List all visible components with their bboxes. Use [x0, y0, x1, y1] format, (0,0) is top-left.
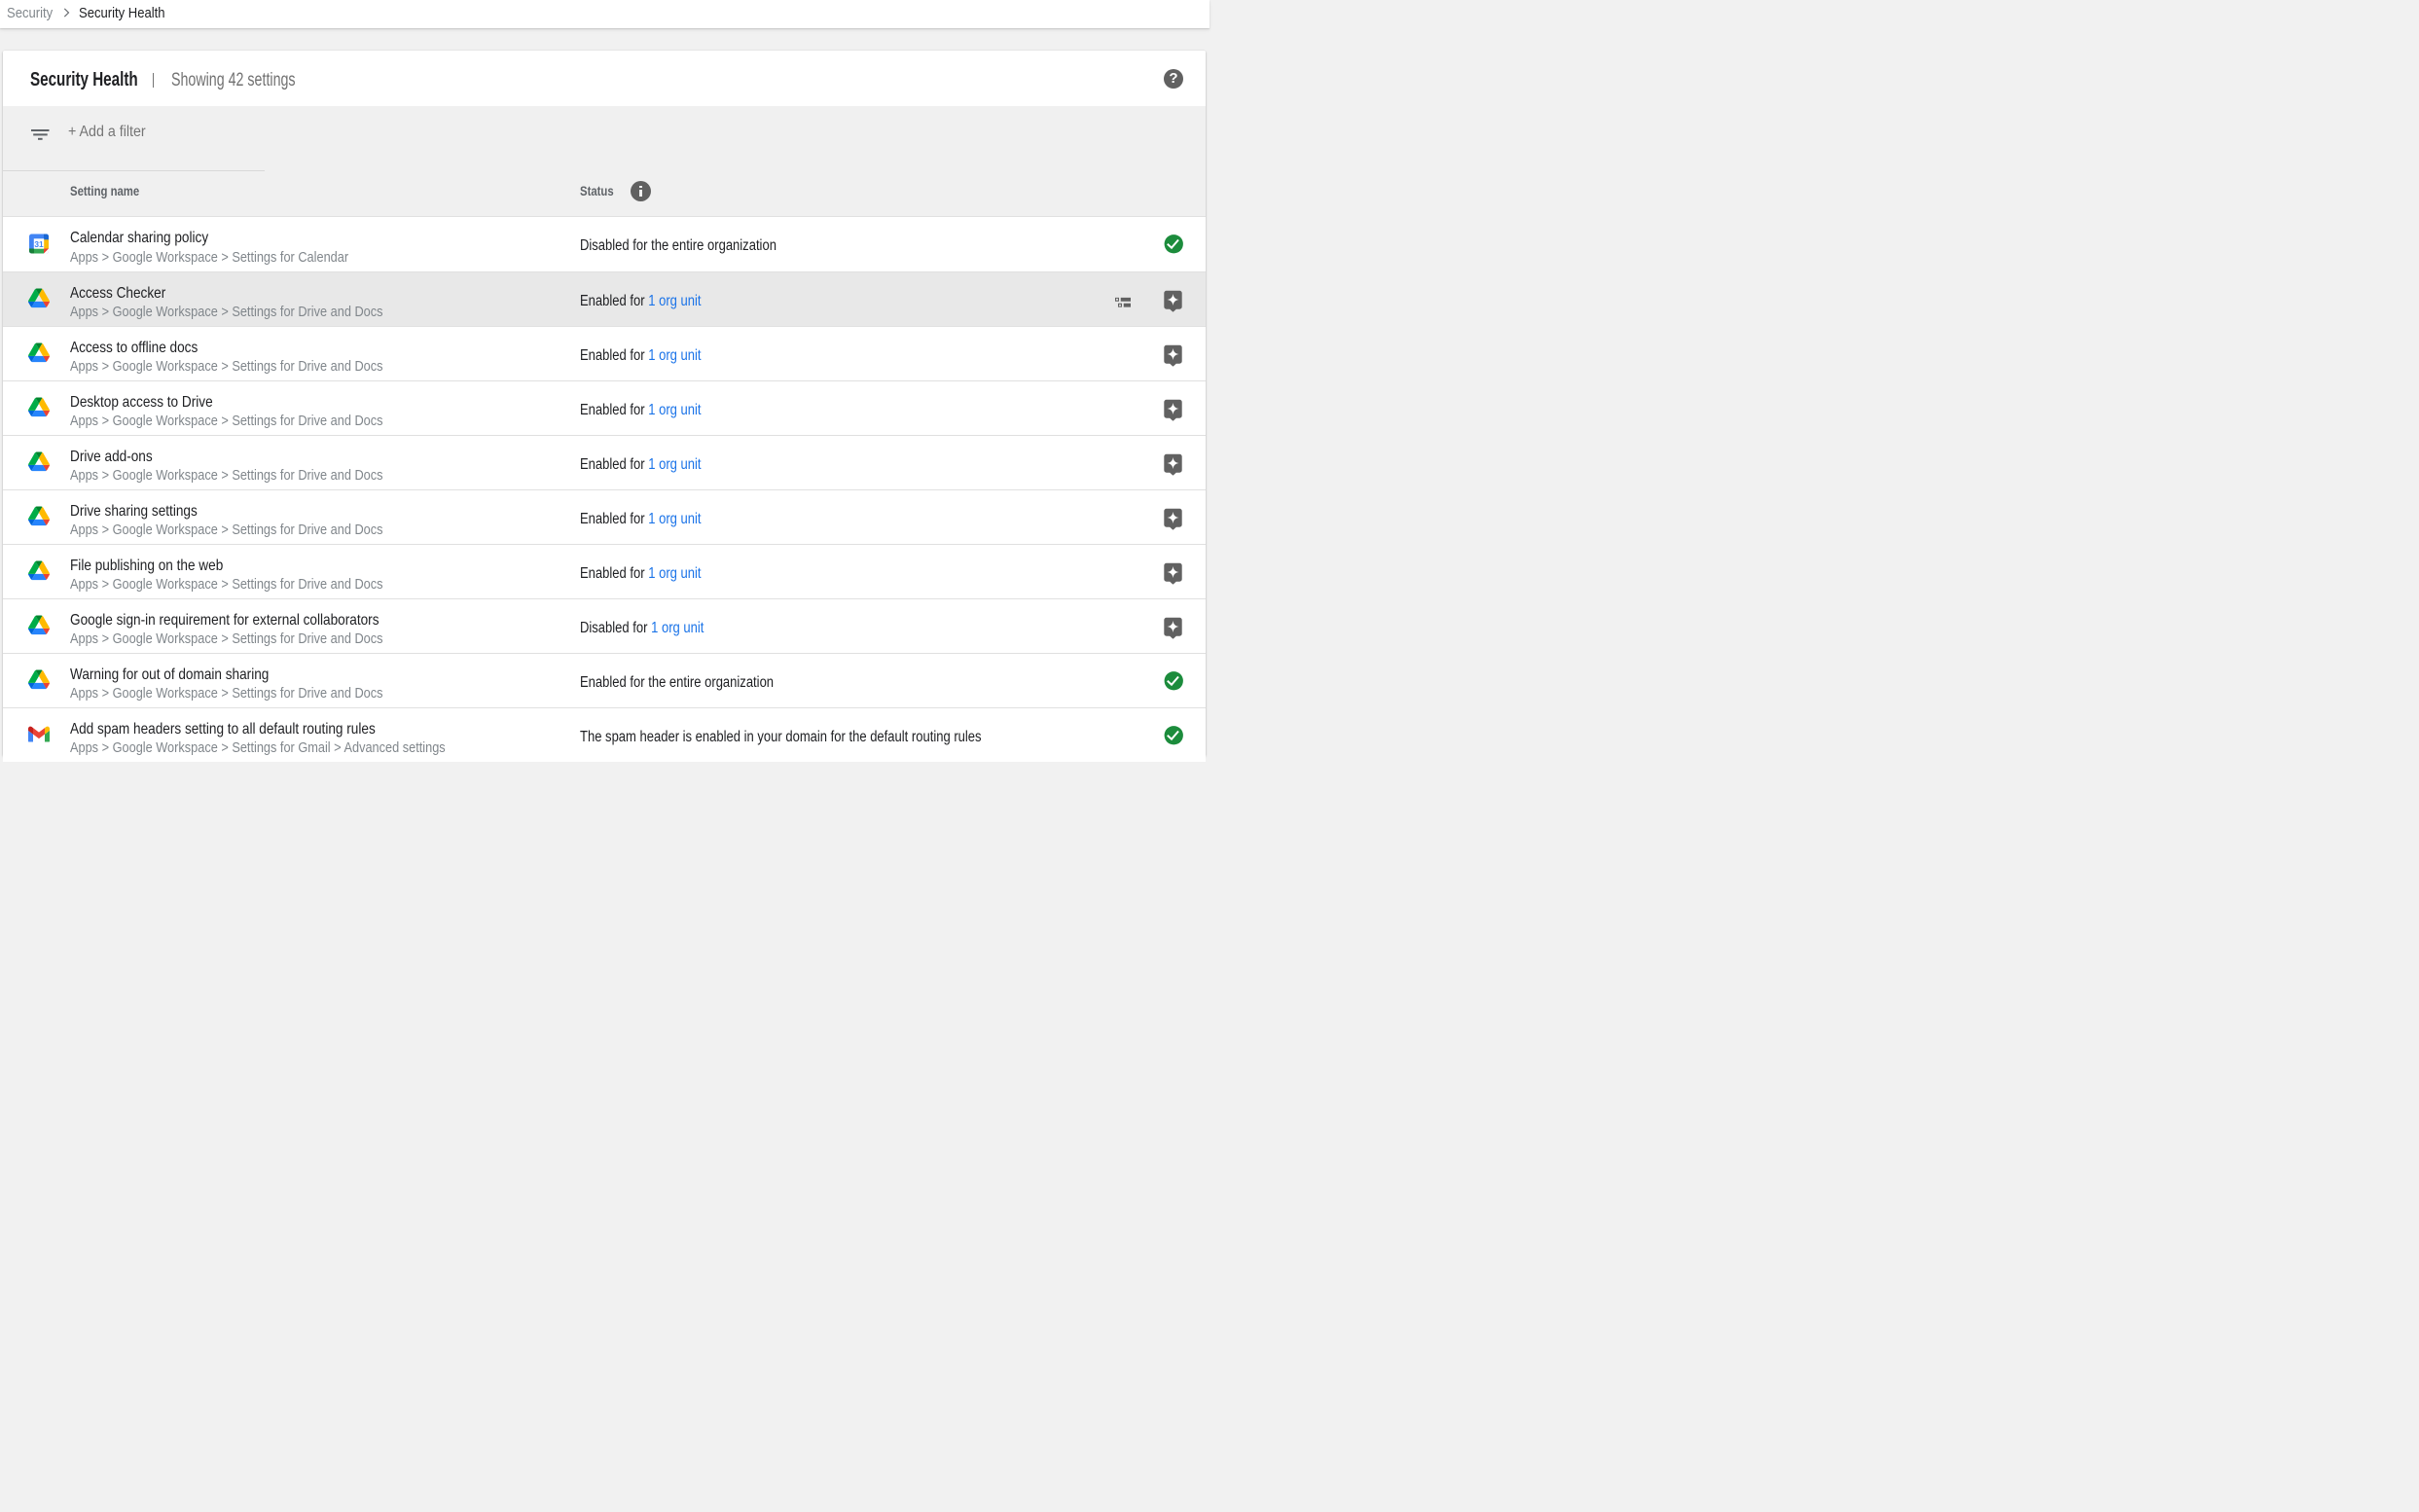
svg-text:31: 31 — [34, 238, 44, 248]
